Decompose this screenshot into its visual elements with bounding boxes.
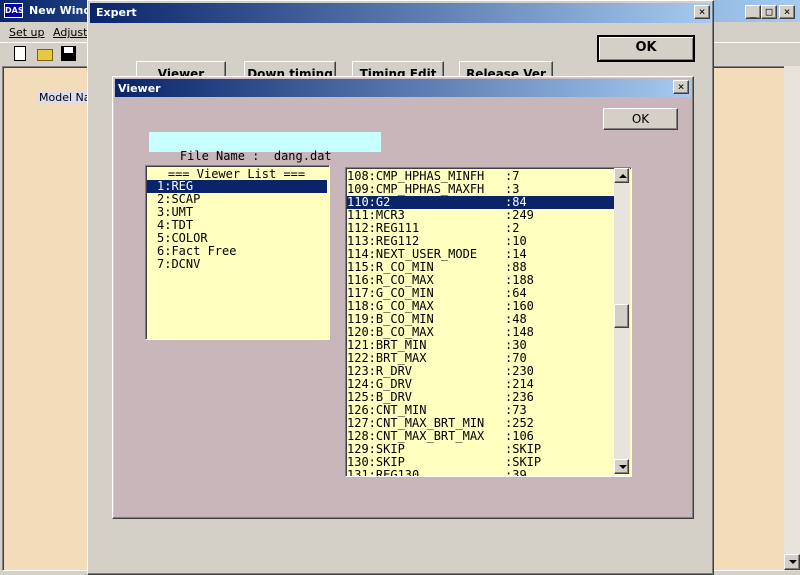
file-name-field: File Name : dang.dat — [149, 132, 381, 163]
register-list-box[interactable]: 108:CMP_HPHAS_MINFH:7 109:CMP_HPHAS_MAXFH… — [345, 167, 632, 477]
main-close-button[interactable]: × — [779, 5, 795, 19]
minimize-button[interactable]: _ — [745, 5, 761, 19]
viewer-dialog: Viewer × OK File Name : dang.dat === Vie… — [112, 76, 694, 519]
file-name-label: File Name : — [179, 149, 260, 163]
main-vertical-scrollbar[interactable] — [784, 66, 800, 571]
register-value: :39 — [505, 468, 527, 477]
register-scrollbar[interactable] — [614, 168, 630, 474]
scroll-thumb[interactable] — [614, 304, 629, 328]
save-disk-icon[interactable] — [61, 46, 76, 61]
scroll-up-arrow[interactable] — [614, 168, 629, 183]
viewer-list-items: 1:REG 2:SCAP 3:UMT 4:TDT 5:COLOR 6:Fact Free 7… — [147, 180, 327, 271]
viewer-title: Viewer — [118, 82, 161, 95]
open-folder-icon[interactable] — [37, 49, 53, 61]
register-rows: 108:CMP_HPHAS_MINFH:7 109:CMP_HPHAS_MAXFH… — [347, 170, 614, 477]
maximize-button[interactable]: □ — [761, 5, 777, 19]
menu-setup[interactable]: Set up — [9, 26, 45, 39]
file-name-value: dang.dat — [273, 149, 332, 163]
viewer-close-button[interactable]: × — [673, 80, 689, 94]
scroll-down-arrow[interactable] — [614, 459, 629, 474]
viewer-list-item[interactable]: 7:DCNV — [147, 258, 327, 271]
viewer-titlebar: Viewer — [115, 79, 691, 97]
viewer-list-box[interactable]: === Viewer List === 1:REG 2:SCAP 3:UMT 4:TD… — [145, 165, 330, 340]
register-row[interactable]: 131:REG130 :39 — [347, 469, 614, 477]
main-scroll-down-arrow[interactable] — [784, 554, 800, 570]
viewer-ok-button[interactable]: OK — [603, 108, 678, 130]
app-icon: DAS — [4, 3, 24, 18]
expert-titlebar: Expert — [90, 3, 711, 23]
expert-close-button[interactable]: × — [694, 5, 710, 19]
register-label: 131:REG130 — [347, 468, 420, 477]
expert-ok-button[interactable]: OK — [597, 35, 695, 62]
expert-title: Expert — [96, 6, 137, 19]
new-file-icon[interactable] — [14, 46, 26, 61]
